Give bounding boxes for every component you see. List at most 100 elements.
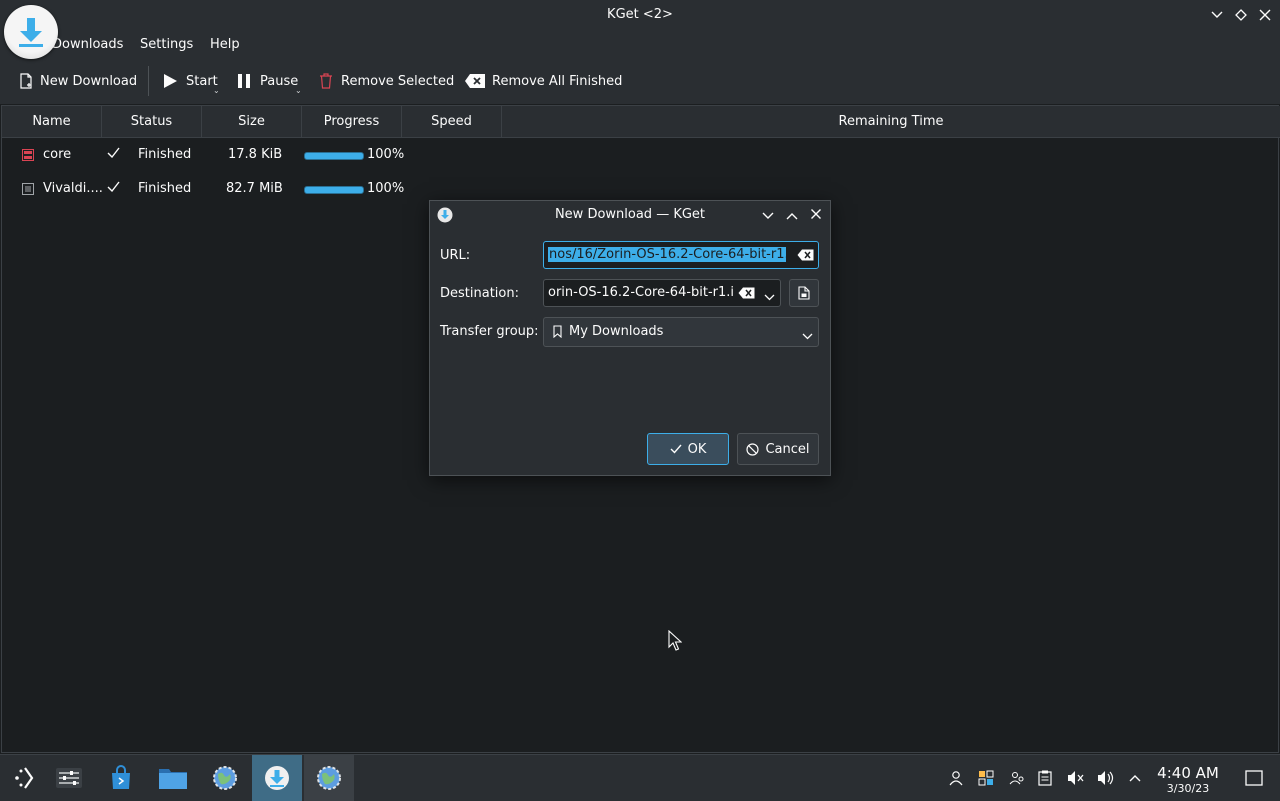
menu-settings[interactable]: Settings: [140, 37, 193, 52]
play-icon: [164, 74, 177, 88]
checkmark-icon: [107, 138, 120, 172]
start-button[interactable]: Start: [162, 58, 218, 104]
new-document-icon: [20, 73, 32, 89]
table-header: Name Status Size Progress Speed Remainin…: [2, 106, 1280, 138]
kget-task[interactable]: [252, 755, 302, 801]
menu-help[interactable]: Help: [210, 37, 240, 52]
shopping-bag-icon: [112, 765, 130, 789]
transfer-group-label: Transfer group:: [440, 324, 539, 339]
column-header-name[interactable]: Name: [2, 106, 102, 137]
ok-button[interactable]: OK: [647, 433, 729, 465]
clear-text-icon[interactable]: [797, 249, 814, 265]
application-launcher-button[interactable]: [0, 755, 50, 801]
steamdeck-launcher-icon: [15, 767, 34, 789]
chevron-down-icon: [762, 212, 774, 219]
window-titlebar: KGet <2>: [0, 0, 1280, 30]
table-row[interactable]: core Finished 17.8 KiB 100%: [2, 138, 1280, 172]
new-download-dialog: New Download — KGet URL: nos/16/Zorin-OS…: [429, 200, 831, 476]
column-header-progress[interactable]: Progress: [302, 106, 402, 137]
remove-selected-button[interactable]: Remove Selected: [318, 58, 454, 104]
show-desktop-icon[interactable]: [1244, 768, 1264, 788]
discover-store-task[interactable]: [96, 755, 146, 801]
cancel-label: Cancel: [765, 441, 810, 457]
row-size: 82.7 MiB: [226, 181, 283, 196]
user-icon[interactable]: [946, 768, 966, 788]
close-icon: [811, 209, 821, 219]
clipboard-icon[interactable]: [1035, 768, 1055, 788]
url-input[interactable]: nos/16/Zorin-OS-16.2-Core-64-bit-r1.iso: [543, 241, 819, 269]
url-input-value: nos/16/Zorin-OS-16.2-Core-64-bit-r1.iso: [548, 247, 786, 262]
sliders-icon: [56, 768, 82, 788]
browser-task-2[interactable]: [304, 755, 354, 801]
main-toolbar: New Download Start ⌄ Pause ⌄ Remove Sele…: [0, 58, 1280, 105]
column-header-remaining-time[interactable]: Remaining Time: [502, 106, 1280, 137]
browse-destination-button[interactable]: [789, 279, 819, 307]
chevron-down-icon: [1211, 11, 1223, 18]
pause-icon: [238, 74, 250, 88]
row-size: 17.8 KiB: [228, 147, 283, 162]
row-name: core: [43, 147, 72, 162]
show-hidden-icons-chevron-icon[interactable]: [1125, 768, 1145, 788]
document-open-icon: [798, 286, 810, 300]
volume-icon[interactable]: [1096, 768, 1116, 788]
cancel-icon: [746, 442, 760, 456]
folder-icon: [159, 769, 187, 789]
audio-muted-icon[interactable]: [1066, 768, 1086, 788]
pause-label: Pause: [260, 73, 299, 89]
destination-label: Destination:: [440, 286, 519, 301]
transfer-group-select[interactable]: My Downloads: [543, 317, 819, 347]
close-icon: [1259, 9, 1271, 21]
new-download-label: New Download: [40, 73, 138, 89]
trash-icon: [320, 73, 332, 89]
column-header-status[interactable]: Status: [102, 106, 202, 137]
row-status: Finished: [138, 181, 192, 196]
chevron-down-icon[interactable]: [764, 290, 775, 305]
cancel-button[interactable]: Cancel: [737, 433, 819, 465]
close-button[interactable]: [1255, 5, 1275, 25]
system-settings-task[interactable]: [44, 755, 94, 801]
globe-gear-icon: [317, 766, 341, 790]
column-header-size[interactable]: Size: [202, 106, 302, 137]
new-download-button[interactable]: New Download: [18, 58, 137, 104]
clear-text-icon[interactable]: [738, 287, 755, 303]
mouse-cursor-icon: [668, 629, 683, 656]
row-progress: 100%: [367, 147, 405, 162]
pause-button[interactable]: Pause: [236, 58, 298, 104]
dialog-maximize-button[interactable]: [786, 209, 798, 224]
globe-gear-icon: [213, 766, 237, 790]
checkmark-icon: [107, 172, 120, 206]
window-title: KGet <2>: [607, 7, 673, 22]
browser-task[interactable]: [200, 755, 250, 801]
clear-icon: [465, 74, 485, 88]
row-name: Vivaldi....: [43, 181, 103, 196]
file-error-icon: [22, 138, 34, 172]
dialog-titlebar: New Download — KGet: [430, 201, 830, 229]
dialog-minimize-button[interactable]: [762, 209, 774, 224]
dialog-close-button[interactable]: [810, 208, 822, 224]
column-header-speed[interactable]: Speed: [402, 106, 502, 137]
menu-downloads[interactable]: Downloads: [52, 37, 123, 52]
clock-date: 3/30/23: [1166, 782, 1210, 795]
remove-all-finished-label: Remove All Finished: [492, 73, 623, 89]
maximize-button[interactable]: [1231, 5, 1251, 25]
app-grid-icon[interactable]: [976, 768, 996, 788]
network-users-icon[interactable]: [1007, 768, 1027, 788]
transfer-group-value: My Downloads: [569, 324, 664, 339]
digital-clock[interactable]: 4:40 AM 3/30/23: [1150, 764, 1226, 795]
file-manager-task[interactable]: [148, 755, 198, 801]
kget-app-icon: [4, 5, 58, 59]
remove-all-finished-button[interactable]: Remove All Finished: [464, 58, 622, 104]
download-arrow-icon: [19, 18, 43, 47]
toolbar-separator: [148, 66, 149, 96]
start-dropdown-arrow[interactable]: ⌄: [213, 86, 220, 95]
chevron-up-icon: [786, 213, 798, 220]
minimize-button[interactable]: [1207, 5, 1227, 25]
diamond-icon: [1235, 9, 1247, 21]
progress-bar: [304, 152, 364, 160]
pause-dropdown-arrow[interactable]: ⌄: [295, 86, 302, 95]
file-document-icon: [22, 172, 34, 206]
row-progress: 100%: [367, 181, 405, 196]
ok-label: OK: [687, 441, 707, 457]
kget-download-icon: [265, 766, 289, 790]
destination-input[interactable]: orin-OS-16.2-Core-64-bit-r1.iso: [543, 279, 781, 307]
